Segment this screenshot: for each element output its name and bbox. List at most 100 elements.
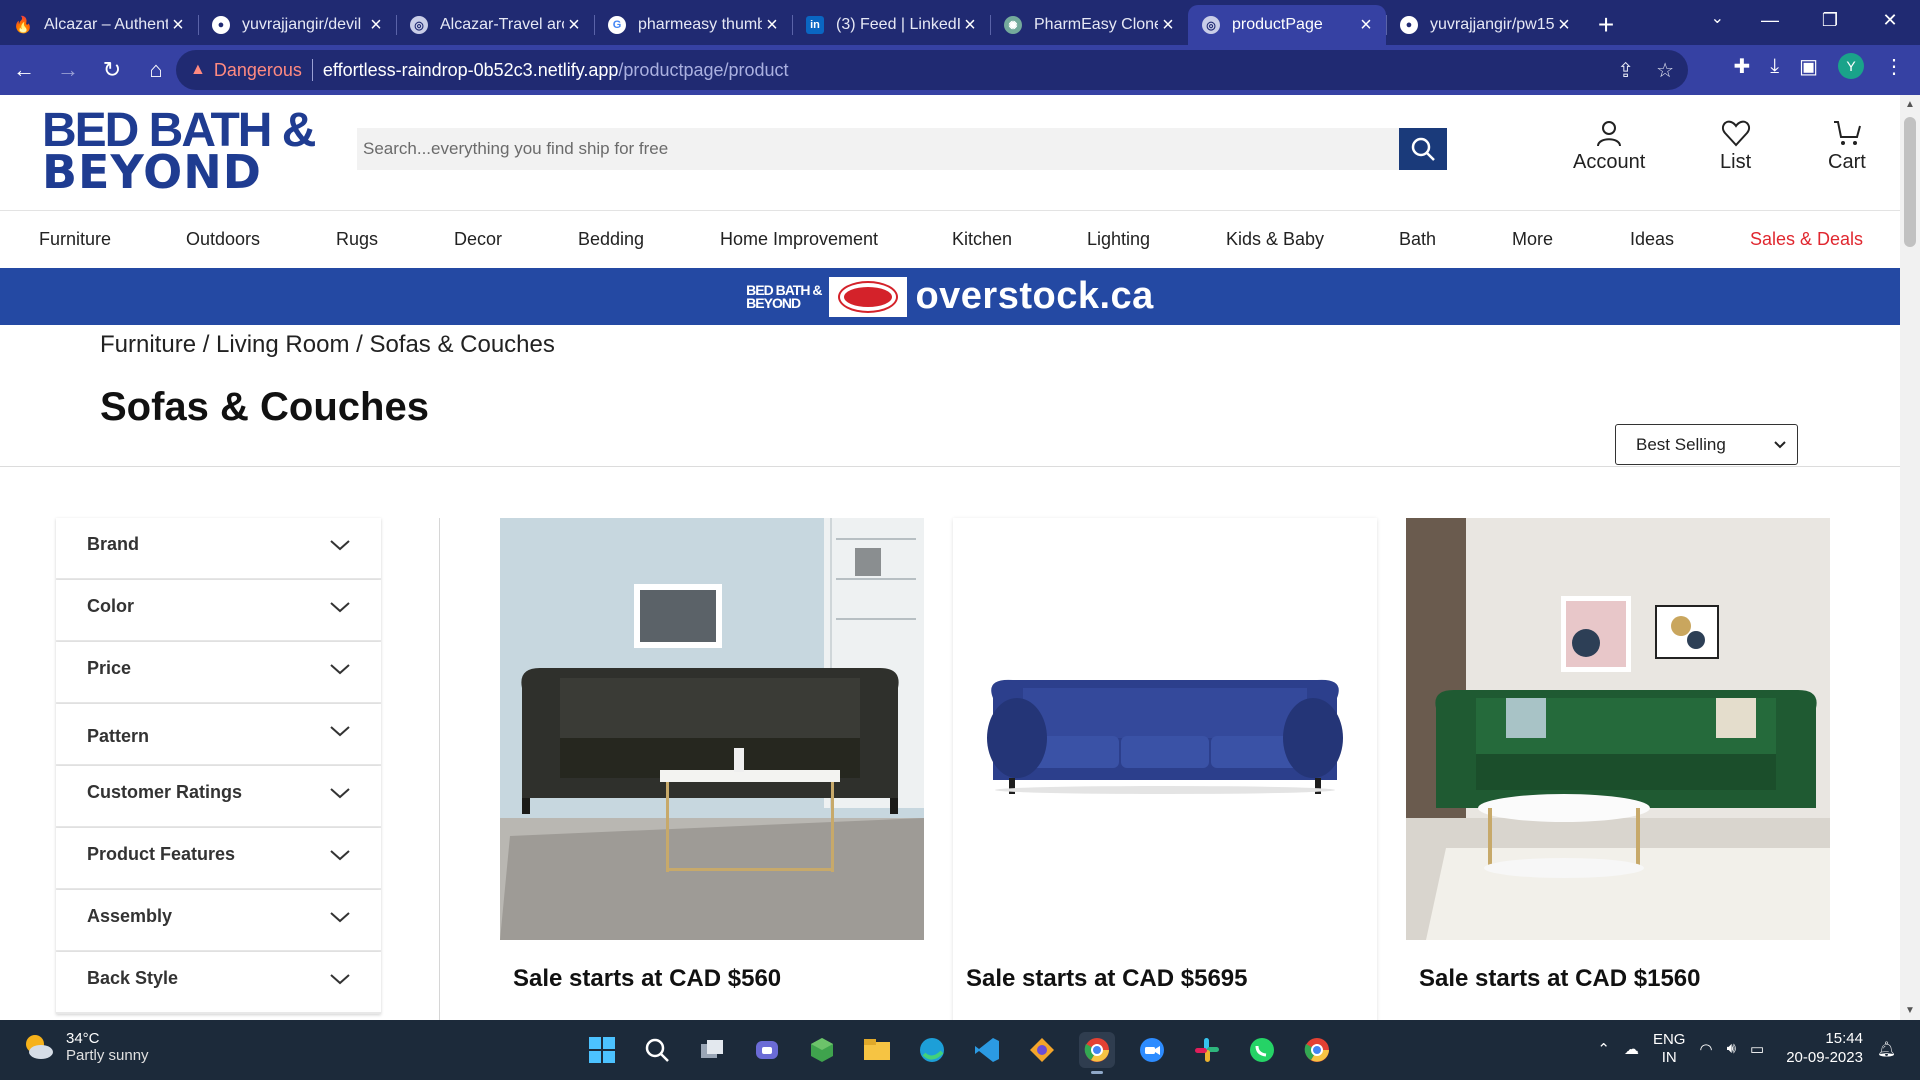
volume-icon[interactable]: 🔊︎ [1727, 1040, 1736, 1057]
teams-chat-icon[interactable] [749, 1032, 785, 1068]
download-icon[interactable]: ⤓ [1770, 55, 1779, 78]
product-price[interactable]: Sale starts at CAD $1560 [1419, 965, 1700, 993]
filter-color[interactable]: Color [56, 580, 381, 642]
browser-tab[interactable]: ◎ Alcazar-Travel arc × [396, 5, 594, 45]
browser-tab[interactable]: G pharmeasy thumb × [594, 5, 792, 45]
share-icon[interactable]: ⇪ [1617, 58, 1634, 83]
bookmark-star-icon[interactable]: ☆ [1656, 58, 1674, 83]
close-tab-icon[interactable]: × [1158, 14, 1178, 37]
search-input[interactable] [357, 128, 1399, 170]
nav-item-rugs[interactable]: Rugs [336, 229, 378, 250]
browser-tab-active[interactable]: ◎ productPage × [1188, 5, 1386, 45]
task-view-icon[interactable] [694, 1032, 730, 1068]
page-scrollbar[interactable]: ▲ ▼ [1900, 95, 1920, 1020]
product-image[interactable] [953, 518, 1377, 940]
close-tab-icon[interactable]: × [960, 14, 980, 37]
close-tab-icon[interactable]: × [168, 14, 188, 37]
minimize-icon[interactable]: — [1740, 0, 1800, 40]
product-price[interactable]: Sale starts at CAD $5695 [966, 965, 1247, 993]
filter-brand[interactable]: Brand [56, 518, 381, 580]
wifi-icon[interactable]: ◠ [1699, 1040, 1712, 1058]
filter-price[interactable]: Price [56, 642, 381, 704]
reload-icon[interactable]: ↻ [92, 50, 132, 90]
forward-arrow-icon[interactable]: → [48, 50, 88, 90]
scrollbar-thumb[interactable] [1904, 117, 1916, 247]
chrome-icon[interactable] [1079, 1032, 1115, 1074]
windows-start-icon[interactable] [584, 1032, 620, 1068]
onedrive-icon[interactable]: ☁ [1624, 1040, 1639, 1058]
scroll-up-arrow-icon[interactable]: ▲ [1900, 99, 1920, 110]
nav-item-more[interactable]: More [1512, 229, 1553, 250]
scroll-down-arrow-icon[interactable]: ▼ [1900, 1005, 1920, 1016]
nav-item-decor[interactable]: Decor [454, 229, 502, 250]
close-tab-icon[interactable]: × [366, 14, 386, 37]
search-icon[interactable] [639, 1032, 675, 1068]
search-button[interactable] [1399, 128, 1447, 170]
browser-tab[interactable]: 🔥 Alcazar – Authent × [0, 5, 198, 45]
browser-tab[interactable]: in (3) Feed | LinkedIn × [792, 5, 990, 45]
nav-item-ideas[interactable]: Ideas [1630, 229, 1674, 250]
filter-pattern[interactable]: Pattern [56, 704, 381, 766]
chevron-up-icon[interactable]: ⌃ [1597, 1040, 1610, 1058]
browser-tab[interactable]: ● yuvrajjangir/devil × [198, 5, 396, 45]
profile-avatar[interactable]: Y [1838, 53, 1864, 79]
sort-select[interactable]: Best Selling [1615, 424, 1798, 465]
product-image[interactable] [1406, 518, 1830, 940]
battery-icon[interactable]: ▭ [1750, 1040, 1764, 1058]
browser-tab[interactable]: ● yuvrajjangir/pw15 × [1386, 5, 1584, 45]
notification-bell-icon[interactable]: 🔔︎ [1877, 1040, 1896, 1058]
cart-link[interactable]: Cart [1828, 119, 1866, 174]
filter-customer-ratings[interactable]: Customer Ratings [56, 766, 381, 828]
product-card[interactable]: Sale starts at CAD $1560 [1406, 518, 1830, 1020]
side-panel-icon[interactable]: ▣ [1799, 54, 1818, 79]
address-bar[interactable]: ▲ Dangerous effortless-raindrop-0b52c3.n… [176, 50, 1688, 90]
close-window-icon[interactable]: ✕ [1860, 0, 1920, 40]
cube-app-icon[interactable] [804, 1032, 840, 1068]
language-indicator[interactable]: ENG IN [1653, 1031, 1686, 1067]
nav-item-sales-deals[interactable]: Sales & Deals [1750, 229, 1863, 250]
nav-item-outdoors[interactable]: Outdoors [186, 229, 260, 250]
restore-icon[interactable]: ❐ [1800, 0, 1860, 40]
breadcrumb[interactable]: Furniture / Living Room / Sofas & Couche… [100, 331, 555, 359]
close-tab-icon[interactable]: × [762, 14, 782, 37]
close-tab-icon[interactable]: × [1554, 14, 1574, 37]
security-status[interactable]: Dangerous [214, 60, 302, 81]
nav-item-bedding[interactable]: Bedding [578, 229, 644, 250]
product-card[interactable]: Sale starts at CAD $560 [500, 518, 924, 1020]
filter-assembly[interactable]: Assembly [56, 890, 381, 952]
back-arrow-icon[interactable]: ← [4, 50, 44, 90]
product-price[interactable]: Sale starts at CAD $560 [513, 965, 781, 993]
product-image[interactable] [500, 518, 924, 940]
filter-back-style[interactable]: Back Style [56, 952, 381, 1014]
filter-product-features[interactable]: Product Features [56, 828, 381, 890]
git-client-icon[interactable] [1024, 1032, 1060, 1068]
slack-icon[interactable] [1189, 1032, 1225, 1068]
weather-widget[interactable]: 34°C Partly sunny [22, 1030, 149, 1064]
close-tab-icon[interactable]: × [564, 14, 584, 37]
zoom-icon[interactable] [1134, 1032, 1170, 1068]
close-tab-icon[interactable]: × [1356, 14, 1376, 37]
list-link[interactable]: List [1720, 119, 1751, 174]
nav-item-kitchen[interactable]: Kitchen [952, 229, 1012, 250]
whatsapp-icon[interactable] [1244, 1032, 1280, 1068]
nav-item-home-improvement[interactable]: Home Improvement [720, 229, 878, 250]
vscode-icon[interactable] [969, 1032, 1005, 1068]
site-logo[interactable]: BED BATH & BEYOND [42, 106, 316, 195]
nav-item-bath[interactable]: Bath [1399, 229, 1436, 250]
chrome-alt-icon[interactable] [1299, 1032, 1335, 1068]
product-card[interactable]: Sale starts at CAD $5695 [953, 518, 1377, 1020]
new-tab-icon[interactable]: + [1584, 5, 1628, 45]
clock[interactable]: 15:44 20-09-2023 [1786, 1030, 1863, 1068]
file-explorer-icon[interactable] [859, 1032, 895, 1068]
overstock-banner[interactable]: BED BATH & BEYOND overstock.ca [0, 268, 1900, 325]
tab-search-chevron-icon[interactable]: ⌄ [1711, 8, 1724, 28]
browser-tab[interactable]: ✺ PharmEasy Clone × [990, 5, 1188, 45]
nav-item-lighting[interactable]: Lighting [1087, 229, 1150, 250]
nav-item-kids-baby[interactable]: Kids & Baby [1226, 229, 1324, 250]
menu-kebab-icon[interactable]: ⋮ [1884, 54, 1904, 79]
account-link[interactable]: Account [1573, 119, 1645, 174]
home-icon[interactable]: ⌂ [136, 50, 176, 90]
extensions-puzzle-icon[interactable]: ✚ [1733, 54, 1750, 79]
nav-item-furniture[interactable]: Furniture [39, 229, 111, 250]
edge-browser-icon[interactable] [914, 1032, 950, 1068]
